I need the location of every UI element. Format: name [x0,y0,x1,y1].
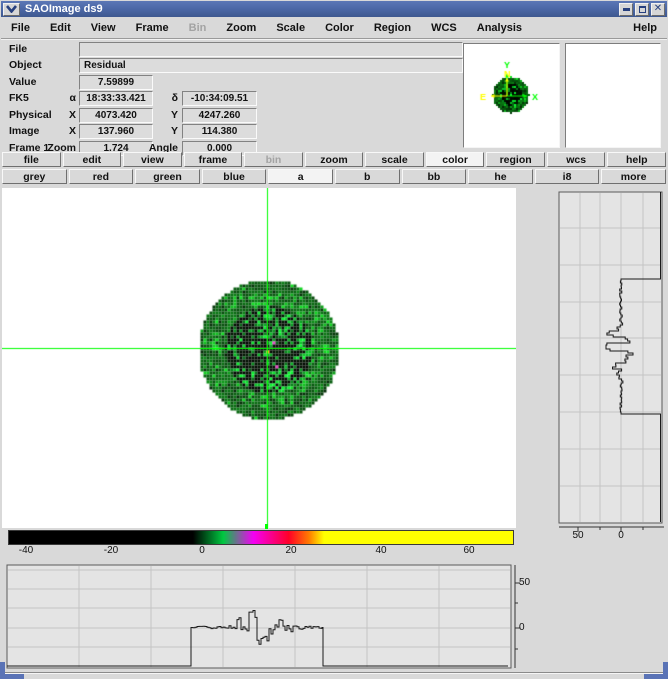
menu-zoom[interactable]: Zoom [216,22,266,34]
colorbar-tick: 0 [199,545,205,556]
image-x-label: X [68,125,76,137]
button-region[interactable]: region [486,152,545,167]
panner-canvas[interactable] [464,44,559,147]
menu-bin: Bin [188,21,207,34]
button-blue[interactable]: blue [201,169,267,184]
menu-help[interactable]: Help [623,22,667,34]
image-y-label: Y [170,125,178,137]
button-bb[interactable]: bb [401,169,467,184]
menu-analysis[interactable]: Analysis [467,22,532,34]
image-label: Image [9,125,40,137]
hcut-tick-0: 0 [519,622,525,633]
button-wcs[interactable]: wcs [546,152,606,167]
minimize-icon [622,7,630,11]
info-row-physical: Physical X 4073.420 Y 4247.260 [1,107,461,123]
vcut-tick-50: 50 [572,530,584,541]
toolbar-row-categories: file edit view frame bin zoom scale colo… [1,151,667,168]
window-bottom-edge [0,672,668,679]
object-label: Object [9,59,42,71]
toolbar-row-colormaps: grey red green blue a b bb he i8 more [1,168,667,185]
maximize-icon [638,5,646,13]
button-help[interactable]: help [607,152,667,167]
colorbar-tick: 40 [375,545,387,556]
menu-view[interactable]: View [81,22,126,34]
maximize-button[interactable] [635,2,649,16]
vertical-cut-plot [558,191,664,532]
window-title: SAOImage ds9 [25,3,103,15]
magnifier[interactable] [565,43,661,148]
file-label: File [9,43,28,55]
minimize-button[interactable] [619,2,633,16]
physical-y-label: Y [170,109,178,121]
colorbar-tick: 60 [463,545,475,556]
button-bin: bin [244,152,303,167]
button-green[interactable]: green [135,169,200,184]
colorbar-tick: 20 [285,545,297,556]
delta-symbol: δ [171,92,178,104]
info-row-object: Object Residual [1,57,463,73]
horizontal-cut-plot [6,564,520,669]
button-edit[interactable]: edit [62,152,122,167]
button-he[interactable]: he [468,169,533,184]
value-field[interactable]: 7.59899 [79,75,153,90]
close-button[interactable]: ✕ [651,2,665,16]
chevron-down-icon [6,5,17,13]
button-a[interactable]: a [268,169,333,184]
button-b[interactable]: b [334,169,400,184]
button-frame[interactable]: frame [183,152,243,167]
menu-wcs[interactable]: WCS [421,22,467,34]
menubar: File Edit View Frame Bin Zoom Scale Colo… [1,17,667,39]
window-controls: ✕ [619,2,665,16]
info-row-file: File [1,41,463,57]
image-y-field[interactable]: 114.380 [182,124,257,139]
button-more[interactable]: more [601,169,666,184]
button-view[interactable]: view [123,152,182,167]
button-red[interactable]: red [68,169,134,184]
window-menu-button[interactable] [3,2,20,16]
value-label: Value [9,76,37,88]
file-field[interactable] [79,42,463,57]
info-row-value: Value 7.59899 [1,74,461,90]
fk5-label: FK5 [9,92,29,104]
ds9-window: SAOImage ds9 ✕ File Edit View Frame Bin … [0,0,668,679]
physical-y-field[interactable]: 4247.260 [182,108,257,123]
panner[interactable] [463,43,560,148]
menu-color[interactable]: Color [315,22,364,34]
button-i8[interactable]: i8 [534,169,600,184]
button-file[interactable]: file [2,152,61,167]
menu-scale[interactable]: Scale [266,22,315,34]
colorbar-tick: -20 [103,545,119,556]
button-zoom[interactable]: zoom [304,152,364,167]
alpha-symbol: α [69,92,76,104]
image-canvas[interactable] [2,188,516,528]
resize-handle-bottom-right[interactable] [644,662,668,679]
menu-region[interactable]: Region [364,22,421,34]
resize-handle-bottom-left[interactable] [0,662,24,679]
physical-x-label: X [68,109,76,121]
button-scale[interactable]: scale [365,152,424,167]
colorbar[interactable] [8,530,514,545]
menu-frame[interactable]: Frame [126,22,179,34]
button-grey[interactable]: grey [2,169,67,184]
info-row-wcs: FK5 α 18:33:33.421 δ -10:34:09.51 [1,90,461,106]
button-color[interactable]: color [425,152,485,167]
dec-field[interactable]: -10:34:09.51 [182,91,257,106]
close-icon: ✕ [653,3,663,14]
hcut-tick-50: 50 [519,577,531,588]
object-field[interactable]: Residual [79,58,463,73]
menu-edit[interactable]: Edit [40,22,81,34]
vcut-tick-0: 0 [618,530,624,541]
info-panel: File Object Residual Value 7.59899 FK5 α… [1,39,463,156]
titlebar[interactable]: SAOImage ds9 ✕ [1,1,667,17]
menu-file[interactable]: File [1,22,40,34]
info-row-image: Image X 137.960 Y 114.380 [1,123,461,139]
colorbar-value-marker [265,524,268,529]
colorbar-tick: -40 [18,545,34,556]
